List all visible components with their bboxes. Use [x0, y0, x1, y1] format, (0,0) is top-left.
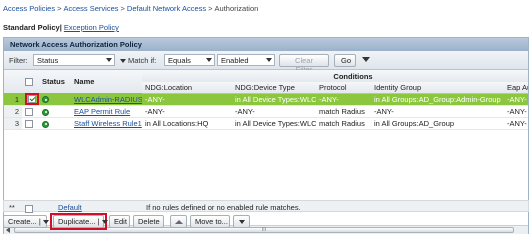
name-cell: Staff Wireless Rule1 — [71, 117, 142, 130]
status-column-header[interactable]: Status — [39, 70, 71, 93]
protocol-column-header[interactable]: Protocol — [316, 82, 371, 94]
eap-auth-cell: -ANY- — [504, 117, 528, 130]
filter-operator-select[interactable]: Equals — [164, 54, 215, 66]
location-cell: in All Locations:HQ — [142, 117, 232, 130]
chevron-down-icon — [42, 220, 49, 225]
name-cell: EAP Permit Rule — [71, 105, 142, 118]
default-rule-link[interactable]: Default — [58, 203, 82, 212]
device-type-cell: -ANY- — [232, 105, 316, 118]
select-all-header — [22, 70, 39, 93]
status-enabled-icon — [42, 96, 49, 104]
default-rule-description: If no rules defined or no enabled rule m… — [146, 203, 301, 212]
row-select-cell — [22, 117, 39, 130]
chevron-down-icon — [106, 58, 112, 62]
status-cell — [39, 93, 71, 106]
duplicate-button[interactable]: Duplicate... | — [53, 215, 108, 228]
breadcrumb-access-policies[interactable]: Access Policies — [3, 4, 55, 13]
identity-group-cell: in All Groups:AD_Group — [371, 117, 504, 130]
row-select-cell — [22, 105, 39, 118]
arrow-up-icon — [175, 220, 183, 225]
filter-value-select[interactable]: Enabled — [217, 54, 275, 66]
device-type-cell: in All Device Types:WLC — [232, 117, 316, 130]
filter-field-value: Status — [37, 56, 59, 65]
breadcrumb-authorization: Authorization — [214, 4, 259, 13]
protocol-cell: match Radius — [316, 105, 371, 118]
name-cell: WLCAdmin-RADIUS — [71, 93, 142, 106]
breadcrumb-default-network-access[interactable]: Default Network Access — [127, 4, 206, 13]
row-checkbox[interactable] — [25, 108, 33, 116]
filter-label: Filter: — [9, 56, 28, 65]
delete-button[interactable]: Delete — [133, 215, 164, 228]
row-number-header — [4, 70, 22, 93]
row-select-cell — [22, 93, 39, 106]
device-type-cell: in All Device Types:WLC — [232, 93, 316, 106]
breadcrumb-separator: > — [120, 4, 125, 13]
row-checkbox[interactable] — [25, 205, 33, 213]
location-cell: -ANY- — [142, 93, 232, 106]
table-row[interactable]: 1 WLCAdmin-RADIUS -ANY- in All Device Ty… — [4, 93, 528, 106]
row-number: 2 — [4, 105, 22, 118]
breadcrumb-access-services[interactable]: Access Services — [64, 4, 119, 13]
create-label: Create... — [8, 217, 37, 226]
row-number: 3 — [4, 117, 22, 130]
table-row[interactable]: 3 Staff Wireless Rule1 in All Locations:… — [4, 117, 528, 130]
table-row[interactable]: 2 EAP Permit Rule -ANY- -ANY- match Radi… — [4, 105, 528, 118]
status-enabled-icon — [42, 108, 49, 116]
eap-auth-cell: -ANY- — [504, 105, 528, 118]
chevron-down-icon — [120, 59, 126, 63]
row-number: 1 — [4, 93, 22, 106]
location-column-header[interactable]: NDG:Location — [142, 82, 232, 94]
policy-tabs: Standard Policy| Exception Policy — [0, 20, 122, 34]
protocol-cell: match Radius — [316, 117, 371, 130]
breadcrumb-separator: > — [208, 4, 213, 13]
status-cell — [39, 105, 71, 118]
default-rule-name-cell: Default — [58, 203, 82, 212]
row-checkbox-highlight — [25, 93, 39, 105]
rule-name-link[interactable]: WLCAdmin-RADIUS — [74, 95, 142, 104]
rule-name-link[interactable]: EAP Permit Rule — [74, 107, 130, 116]
filter-options-icon[interactable] — [362, 57, 370, 62]
match-if-label: Match if: — [128, 56, 157, 65]
eap-auth-cell: -ANY- — [504, 93, 528, 106]
move-to-button[interactable]: Move to... — [190, 215, 230, 228]
protocol-cell: -ANY- — [316, 93, 371, 106]
name-column-header[interactable]: Name — [71, 70, 142, 93]
default-rule-row: ** Default If no rules defined or no ena… — [3, 200, 529, 213]
panel-title: Network Access Authorization Policy — [4, 38, 528, 51]
move-up-button[interactable] — [170, 215, 187, 228]
arrow-down-icon — [239, 220, 245, 225]
chevron-down-icon — [206, 58, 212, 62]
row-checkbox[interactable] — [25, 120, 33, 128]
chevron-down-icon — [266, 58, 272, 62]
identity-group-column-header[interactable]: Identity Group — [371, 82, 504, 94]
select-all-checkbox[interactable] — [25, 78, 33, 86]
status-cell — [39, 117, 71, 130]
breadcrumb: Access Policies > Access Services > Default … — [0, 0, 529, 17]
tab-standard-policy[interactable]: Standard Policy — [3, 23, 60, 32]
tab-separator: | — [59, 23, 62, 32]
filter-value-value: Enabled — [221, 56, 249, 65]
identity-group-cell: in All Groups:AD_Group:Admin-Group — [371, 93, 504, 106]
filter-field-select[interactable]: Status — [33, 54, 115, 66]
clear-filter-button[interactable]: Clear Filter — [279, 54, 329, 74]
eap-auth-column-header[interactable]: Eap Aut — [504, 82, 528, 94]
filter-bar: Filter: Status Match if: Equals Enabled … — [4, 51, 528, 74]
chevron-down-icon — [101, 220, 108, 225]
breadcrumb-separator: > — [57, 4, 62, 13]
row-checkbox[interactable] — [28, 95, 36, 103]
duplicate-label: Duplicate... — [58, 217, 96, 226]
default-row-marker: ** — [9, 203, 15, 212]
status-enabled-icon — [42, 120, 49, 128]
create-button[interactable]: Create... | — [3, 215, 49, 228]
location-cell: -ANY- — [142, 105, 232, 118]
filter-operator-value: Equals — [168, 56, 191, 65]
identity-group-cell: -ANY- — [371, 105, 504, 118]
rule-name-link[interactable]: Staff Wireless Rule1 — [74, 119, 142, 128]
device-type-column-header[interactable]: NDG:Device Type — [232, 82, 316, 94]
edit-button[interactable]: Edit — [109, 215, 130, 228]
tab-exception-policy[interactable]: Exception Policy — [64, 23, 119, 32]
move-down-button[interactable] — [233, 215, 250, 228]
go-button[interactable]: Go — [334, 54, 356, 67]
conditions-header: Conditions — [142, 70, 528, 82]
